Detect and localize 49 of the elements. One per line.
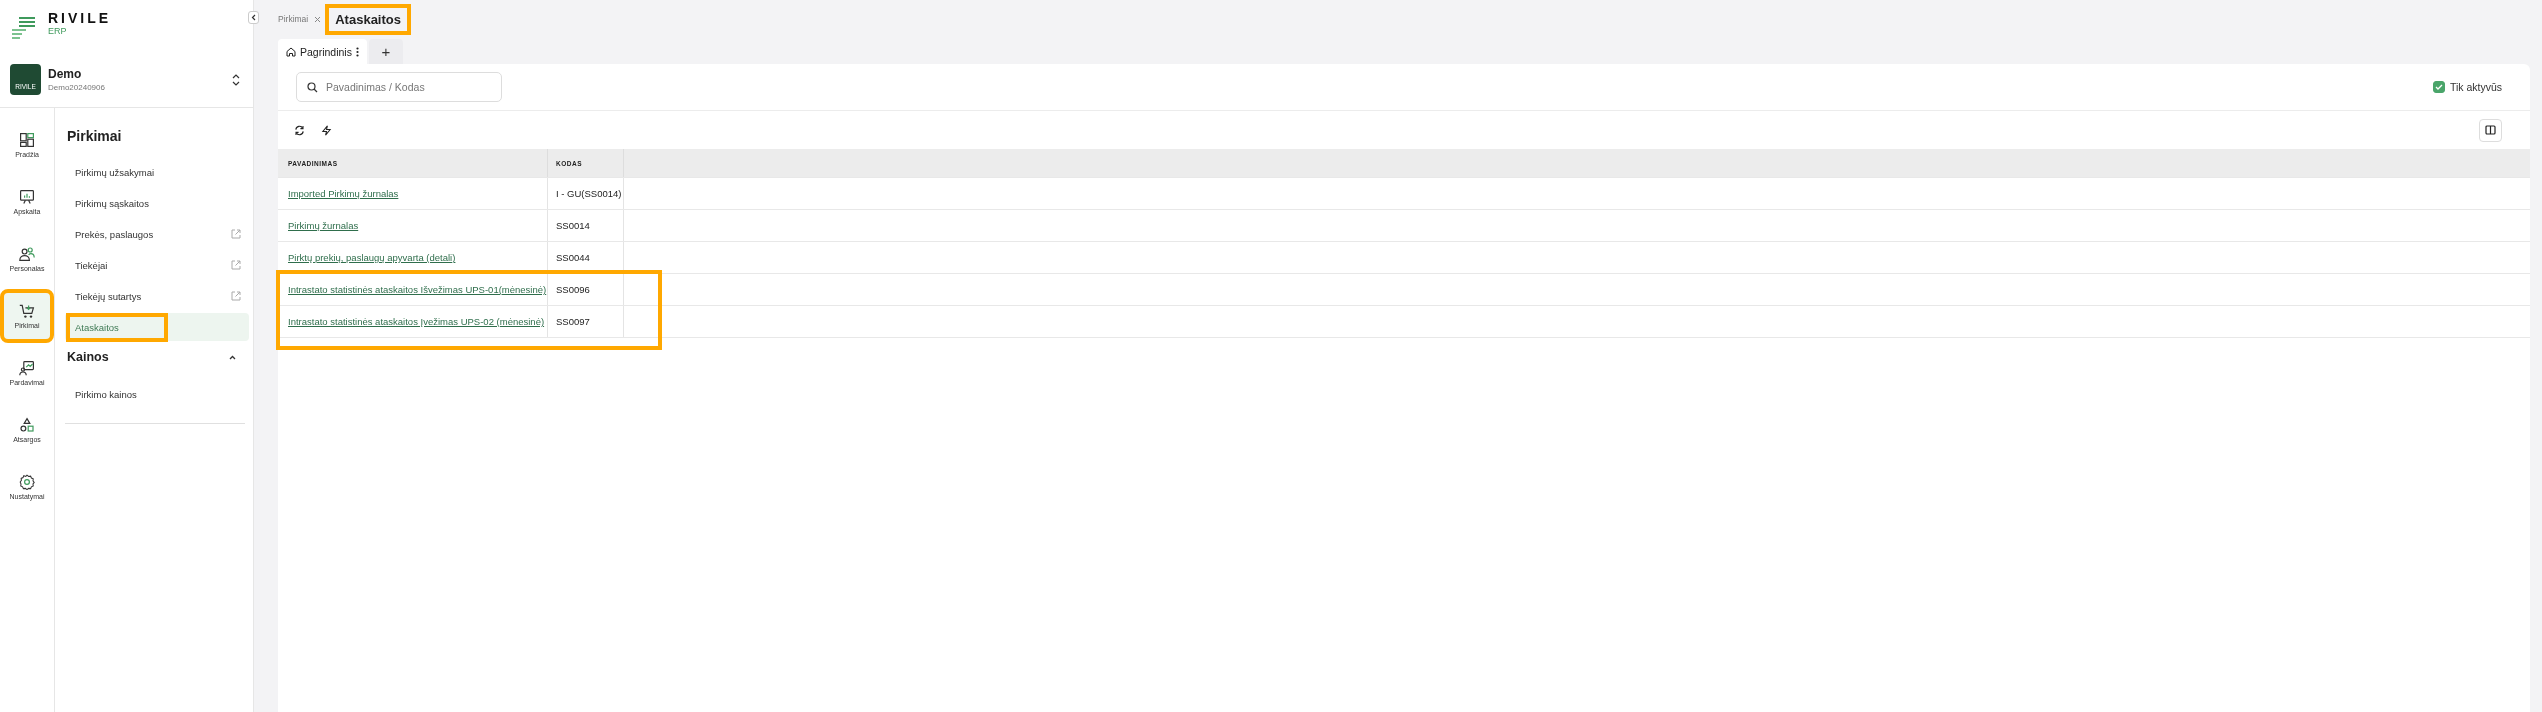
presenter-icon <box>19 360 35 376</box>
report-link[interactable]: Intrastato statistinės ataskaitos Išvežimas UPS-01(mėnesinė) <box>288 284 547 295</box>
report-link[interactable]: Pirktų prekių, paslaugų apyvarta (detali) <box>288 252 456 263</box>
refresh-icon <box>294 124 305 136</box>
home-icon <box>286 46 296 57</box>
table-cell: SS0044 <box>556 252 590 263</box>
dashboard-icon <box>19 132 35 148</box>
add-tab-button[interactable]: + <box>368 39 403 64</box>
company-name: Demo <box>48 67 83 81</box>
brand-name: RIVILE <box>48 10 112 26</box>
report-link[interactable]: Intrastato statistinės ataskaitos Įvežimas UPS-02 (mėnesinė) <box>288 316 545 327</box>
breadcrumb-link[interactable]: Pirkimai <box>278 14 309 24</box>
checkbox-label: Tik aktyvūs <box>2449 81 2502 93</box>
columns-button[interactable] <box>2479 118 2502 142</box>
page-title: Ataskaitos <box>327 5 409 33</box>
menu-item[interactable]: Ataskaitos <box>65 313 249 341</box>
switch-company-icon[interactable] <box>231 72 241 87</box>
search-icon <box>307 82 318 93</box>
cart-icon <box>19 303 35 319</box>
settings-icon <box>19 474 35 490</box>
shapes-icon <box>19 417 35 433</box>
menu-item[interactable]: Pirkimų sąskaitos <box>65 189 249 217</box>
menu-item[interactable]: Pirkimų užsakymai <box>65 158 249 186</box>
table-cell: SS0096 <box>556 284 590 295</box>
report-link[interactable]: Pirkimų žurnalas <box>288 220 359 231</box>
collapse-sidebar-button[interactable] <box>248 11 259 24</box>
company-code: Demo20240906 <box>48 83 106 92</box>
breadcrumb-separator-icon <box>314 15 322 23</box>
section-title: Pirkimai <box>67 128 122 144</box>
people-icon <box>19 246 35 262</box>
menu-item[interactable]: Tiekėjų sutartys <box>65 282 249 310</box>
presentation-chart-icon <box>19 189 35 205</box>
table-cell: I - GU(SS0014) <box>556 188 622 199</box>
chevron-left-icon <box>251 14 256 21</box>
menu-item[interactable]: Prekės, paslaugos <box>65 220 249 248</box>
menu-item[interactable]: Pirkimo kainos <box>65 380 249 408</box>
table-cell: SS0014 <box>556 220 590 231</box>
more-icon[interactable] <box>355 46 359 57</box>
menu-item[interactable]: Tiekėjai <box>65 251 249 279</box>
section-title[interactable]: Kainos <box>67 350 109 364</box>
search-field[interactable]: Pavadinimas / Kodas <box>296 72 502 102</box>
view-tab[interactable]: Pagrindinis <box>278 39 367 64</box>
brand-subtitle: ERP <box>48 26 68 36</box>
columns-icon <box>2485 125 2496 135</box>
report-link[interactable]: Imported Pirkimų žurnalas <box>288 188 399 199</box>
table-cell: SS0097 <box>556 316 590 327</box>
collapse-caret-icon[interactable] <box>228 353 237 362</box>
checkbox[interactable] <box>2432 81 2445 93</box>
lightning-icon <box>321 124 332 136</box>
